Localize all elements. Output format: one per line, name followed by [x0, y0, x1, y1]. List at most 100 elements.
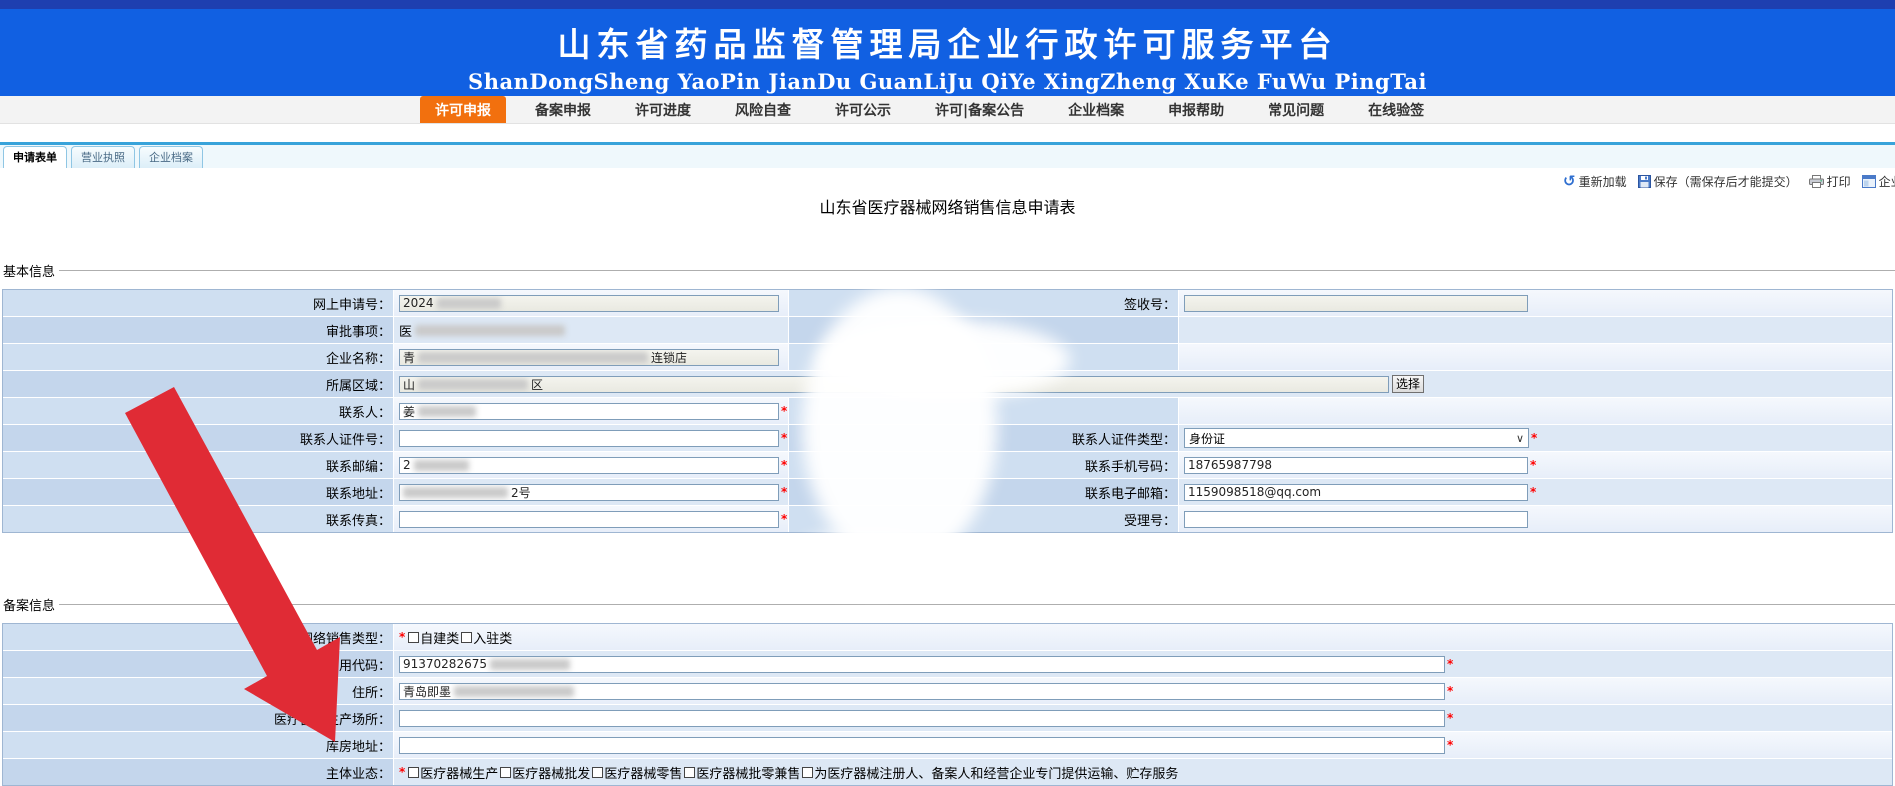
checkbox-label-device-production: 医疗器械生产 — [420, 763, 498, 782]
zip-input[interactable]: 2 — [399, 457, 779, 474]
privacy-blur — [418, 352, 648, 363]
section-rule — [59, 604, 1895, 605]
nav-item-faq[interactable]: 常见问题 — [1253, 96, 1339, 123]
save-icon — [1638, 175, 1651, 188]
required-mark: * — [1447, 684, 1453, 698]
form-toolbar: ↺ 重新加载 保存（需保存后才能提交） 打印 企业档案 — [1563, 171, 1895, 191]
nav-item-license-progress[interactable]: 许可进度 — [620, 96, 706, 123]
form-row: 联系人： 姜 * — [3, 397, 1892, 424]
privacy-blur — [414, 460, 469, 471]
form-row: 联系邮编： 2 * 联系手机号码： 18765987798 * — [3, 451, 1892, 478]
chevron-down-icon: ∨ — [1516, 432, 1524, 445]
checkbox-device-wholesale-retail[interactable] — [684, 767, 695, 778]
nav-item-apply-help[interactable]: 申报帮助 — [1153, 96, 1239, 123]
fax-label: 联系传真： — [326, 510, 391, 529]
contact-id-type-select[interactable]: 身份证 ∨ — [1184, 428, 1529, 448]
company-archive-label: 企业档案 — [1879, 173, 1895, 190]
nav-item-record-apply[interactable]: 备案申报 — [520, 96, 606, 123]
section-basic-title: 基本信息 — [3, 261, 55, 280]
privacy-blur — [418, 406, 476, 417]
contact-id-type-label: 联系人证件类型： — [1072, 429, 1176, 448]
accept-no-label: 受理号： — [1124, 510, 1176, 529]
fax-input[interactable] — [399, 511, 779, 528]
required-mark: * — [1447, 711, 1453, 725]
required-mark: * — [781, 512, 787, 526]
production-site-input[interactable] — [399, 710, 1445, 727]
mobile-input[interactable]: 18765987798 — [1184, 457, 1528, 474]
privacy-blur — [490, 659, 570, 670]
checkbox-transport-storage-service[interactable] — [802, 767, 813, 778]
privacy-blur — [790, 530, 955, 592]
form-row: 联系传真： * 受理号： — [3, 505, 1892, 532]
window-grid-icon — [1862, 175, 1876, 188]
residence-label: 住所： — [352, 682, 391, 701]
warehouse-input[interactable] — [399, 737, 1445, 754]
mobile-label: 联系手机号码： — [1085, 456, 1176, 475]
form-row: 审批事项： 医 — [3, 316, 1892, 343]
top-stripe — [0, 0, 1895, 9]
form-row: 主体业态： * 医疗器械生产 医疗器械批发 医疗器械零售 医疗器械批零兼售 为医… — [3, 758, 1892, 785]
checkbox-device-retail[interactable] — [592, 767, 603, 778]
checkbox-platform-resident[interactable] — [461, 632, 472, 643]
nav-item-online-verify[interactable]: 在线验签 — [1353, 96, 1439, 123]
privacy-blur — [454, 686, 574, 697]
tab-business-license[interactable]: 营业执照 — [71, 146, 135, 168]
contact-input[interactable]: 姜 — [399, 403, 779, 420]
print-button[interactable]: 打印 — [1809, 173, 1851, 190]
section-basic-info: 基本信息 — [3, 262, 1895, 278]
form-row: 企业名称： 青 连锁店 — [3, 343, 1892, 370]
save-button[interactable]: 保存（需保存后才能提交） — [1638, 173, 1798, 190]
required-mark: * — [781, 485, 787, 499]
main-nav: 许可申报 备案申报 许可进度 风险自查 许可公示 许可|备案公告 企业档案 申报… — [0, 96, 1895, 124]
checkbox-self-built[interactable] — [408, 632, 419, 643]
nav-item-risk-selfcheck[interactable]: 风险自查 — [720, 96, 806, 123]
required-mark: * — [781, 404, 787, 418]
checkbox-label-device-wholesale: 医疗器械批发 — [512, 763, 590, 782]
email-input[interactable]: 1159098518@qq.com — [1184, 484, 1528, 501]
required-mark: * — [1530, 458, 1536, 472]
required-mark: * — [1531, 431, 1537, 445]
business-type-label: 主体业态： — [326, 763, 391, 782]
privacy-blur — [418, 379, 528, 390]
nav-item-license-publicity[interactable]: 许可公示 — [820, 96, 906, 123]
tab-application-form[interactable]: 申请表单 — [3, 146, 67, 168]
accept-no-input[interactable] — [1184, 511, 1528, 528]
reload-button[interactable]: ↺ 重新加载 — [1563, 173, 1627, 190]
region-input[interactable]: 山 区 — [399, 376, 1389, 393]
checkbox-label-device-wholesale-retail: 医疗器械批零兼售 — [696, 763, 800, 782]
company-archive-button[interactable]: 企业档案 — [1862, 173, 1895, 190]
region-label: 所属区域： — [326, 375, 391, 394]
checkbox-device-wholesale[interactable] — [500, 767, 511, 778]
checkbox-label-transport-storage-service: 为医疗器械注册人、备案人和经营企业专门提供运输、贮存服务 — [814, 763, 1178, 782]
sign-no-input[interactable] — [1184, 295, 1528, 312]
tab-company-archive[interactable]: 企业档案 — [139, 146, 203, 168]
address-label: 联系地址： — [326, 483, 391, 502]
sign-no-label: 签收号： — [1124, 294, 1176, 313]
sales-type-label: 医疗器械网络销售类型： — [248, 628, 391, 647]
nav-item-license-record-announce[interactable]: 许可|备案公告 — [920, 96, 1039, 123]
contact-id-no-input[interactable] — [399, 430, 779, 447]
required-mark: * — [781, 431, 787, 445]
checkbox-label-self-built: 自建类 — [420, 628, 459, 647]
company-name-input[interactable]: 青 连锁店 — [399, 349, 779, 366]
section-record-info: 备案信息 — [3, 596, 1895, 612]
credit-code-input[interactable]: 91370282675 — [399, 656, 1445, 673]
nav-item-license-apply[interactable]: 许可申报 — [420, 96, 506, 123]
checkbox-label-device-retail: 医疗器械零售 — [604, 763, 682, 782]
address-input[interactable]: 2号 — [399, 484, 779, 501]
region-select-button[interactable]: 选择 — [1392, 375, 1424, 393]
save-label: 保存（需保存后才能提交） — [1654, 173, 1798, 190]
apply-no-input[interactable]: 2024 — [399, 295, 779, 312]
nav-item-company-archive[interactable]: 企业档案 — [1053, 96, 1139, 123]
form-row: 医疗器械生产场所： * — [3, 704, 1892, 731]
credit-code-label: 社会信用代码： — [300, 655, 391, 674]
required-mark: * — [399, 765, 405, 779]
required-mark: * — [781, 458, 787, 472]
site-header: 山东省药品监督管理局企业行政许可服务平台 ShanDongSheng YaoPi… — [0, 9, 1895, 96]
privacy-blur — [415, 325, 565, 336]
residence-input[interactable]: 青岛即墨 — [399, 683, 1445, 700]
email-label: 联系电子邮箱： — [1085, 483, 1176, 502]
checkbox-device-production[interactable] — [408, 767, 419, 778]
record-info-table: 医疗器械网络销售类型： * 自建类 入驻类 社会信用代码： 9137028267… — [2, 623, 1893, 786]
print-icon — [1809, 175, 1824, 188]
